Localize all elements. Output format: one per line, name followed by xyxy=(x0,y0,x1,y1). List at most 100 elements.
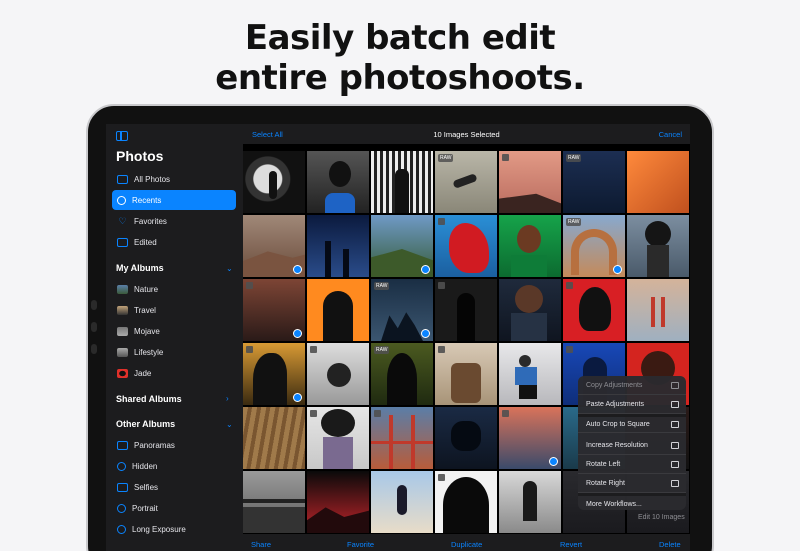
photo-tile[interactable] xyxy=(243,279,305,341)
photo-tile[interactable] xyxy=(307,279,369,341)
photo-tile[interactable] xyxy=(243,215,305,277)
photo-tile[interactable] xyxy=(627,151,689,213)
ipad-button xyxy=(91,300,97,310)
menu-item-label: Rotate Right xyxy=(586,479,625,487)
raw-badge: RAW xyxy=(374,346,390,354)
photo-tile[interactable] xyxy=(307,407,369,469)
photo-tile[interactable] xyxy=(307,215,369,277)
photo-tile[interactable]: RAW xyxy=(435,151,497,213)
crop-icon xyxy=(671,421,679,428)
photo-tile[interactable] xyxy=(243,471,305,533)
photo-tile[interactable] xyxy=(243,343,305,405)
chevron-right-icon[interactable]: › xyxy=(226,394,229,403)
sidebar-item-recents[interactable]: Recents xyxy=(112,190,236,210)
chevron-down-icon[interactable]: ⌄ xyxy=(226,420,233,429)
edited-badge-icon xyxy=(566,346,573,353)
sidebar-item-label: Portrait xyxy=(132,503,158,513)
edited-badge-icon xyxy=(438,346,445,353)
sidebar-item-label: All Photos xyxy=(134,174,171,184)
menu-item-increase-resolution[interactable]: Increase Resolution xyxy=(578,436,686,455)
photo-tile[interactable] xyxy=(499,471,561,533)
sidebar-item-album[interactable]: Mojave xyxy=(112,321,236,341)
menu-item-more-workflows[interactable]: More Workflows... xyxy=(578,493,686,510)
edited-badge-icon xyxy=(246,346,253,353)
photo-tile[interactable] xyxy=(435,343,497,405)
photo-tile[interactable]: RAW xyxy=(563,215,625,277)
top-toolbar: Select All 10 Images Selected Cancel xyxy=(243,124,690,144)
photo-tile[interactable] xyxy=(499,151,561,213)
photo-tile[interactable] xyxy=(627,279,689,341)
photo-tile[interactable] xyxy=(307,151,369,213)
sidebar-item-panoramas[interactable]: Panoramas xyxy=(112,435,236,455)
share-button[interactable]: Share xyxy=(251,540,271,549)
photo-tile[interactable] xyxy=(627,215,689,277)
photo-tile[interactable] xyxy=(371,215,433,277)
heart-icon: ♡ xyxy=(118,215,127,226)
photo-tile[interactable] xyxy=(499,215,561,277)
photo-tile[interactable] xyxy=(243,407,305,469)
revert-button[interactable]: Revert xyxy=(560,540,582,549)
sidebar-item-hidden[interactable]: Hidden xyxy=(112,456,236,476)
menu-item-label: More Workflows... xyxy=(586,500,642,508)
rotate-left-icon xyxy=(671,460,679,468)
headline-line-1: Easily batch edit xyxy=(244,18,556,58)
menu-item-rotate-right[interactable]: Rotate Right xyxy=(578,474,686,493)
selected-check-icon xyxy=(549,457,558,466)
other-albums-header[interactable]: Other Albums xyxy=(116,419,175,429)
selected-check-icon xyxy=(293,393,302,402)
photo-tile[interactable] xyxy=(435,471,497,533)
photo-tile[interactable]: RAW xyxy=(563,151,625,213)
photo-tile[interactable] xyxy=(371,151,433,213)
menu-item-rotate-left[interactable]: Rotate Left xyxy=(578,455,686,474)
favorite-button[interactable]: Favorite xyxy=(347,540,374,549)
photo-tile[interactable] xyxy=(499,407,561,469)
sidebar-item-all-photos[interactable]: All Photos xyxy=(112,169,236,189)
sidebar-item-album[interactable]: Jade xyxy=(112,363,236,383)
sidebar-item-portrait[interactable]: Portrait xyxy=(112,498,236,518)
delete-button[interactable]: Delete xyxy=(659,540,681,549)
cancel-button[interactable]: Cancel xyxy=(659,130,682,139)
photo-tile[interactable] xyxy=(435,407,497,469)
sidebar-item-album[interactable]: Nature xyxy=(112,279,236,299)
batch-edit-menu: Copy Adjustments Paste Adjustments Auto … xyxy=(578,376,686,510)
photo-tile[interactable]: RAW xyxy=(371,343,433,405)
menu-item-auto-crop[interactable]: Auto Crop to Square xyxy=(578,414,686,433)
menu-item-copy-adjustments[interactable]: Copy Adjustments xyxy=(578,376,686,395)
edited-badge-icon xyxy=(310,346,317,353)
menu-item-paste-adjustments[interactable]: Paste Adjustments xyxy=(578,395,686,414)
menu-item-label: Rotate Left xyxy=(586,460,621,468)
photo-tile[interactable] xyxy=(371,407,433,469)
photo-tile[interactable] xyxy=(307,471,369,533)
photo-tile[interactable] xyxy=(563,279,625,341)
sidebar-item-favorites[interactable]: ♡ Favorites xyxy=(112,211,236,231)
sidebar-item-long-exposure[interactable]: Long Exposure xyxy=(112,519,236,539)
duplicate-button[interactable]: Duplicate xyxy=(451,540,482,549)
sidebar-item-label: Mojave xyxy=(134,326,160,336)
sidebar-title: Photos xyxy=(116,148,164,164)
sidebar-item-label: Hidden xyxy=(132,461,158,471)
sidebar-item-album[interactable]: Travel xyxy=(112,300,236,320)
shared-albums-header[interactable]: Shared Albums xyxy=(116,394,182,404)
photo-tile[interactable] xyxy=(307,343,369,405)
photo-tile[interactable]: RAW xyxy=(371,279,433,341)
photo-tile[interactable] xyxy=(499,343,561,405)
sidebar-item-selfies[interactable]: Selfies xyxy=(112,477,236,497)
photo-tile[interactable] xyxy=(243,151,305,213)
ipad-button xyxy=(91,322,97,332)
photo-tile[interactable] xyxy=(499,279,561,341)
chevron-down-icon[interactable]: ⌄ xyxy=(226,264,233,273)
photo-tile[interactable] xyxy=(435,215,497,277)
selected-check-icon xyxy=(421,329,430,338)
photo-tile[interactable] xyxy=(371,471,433,533)
edit-images-button[interactable]: Edit 10 Images xyxy=(638,514,685,521)
sidebar-toggle-icon[interactable] xyxy=(116,131,128,141)
sidebar-item-edited[interactable]: Edited xyxy=(112,232,236,252)
raw-badge: RAW xyxy=(438,154,454,162)
selected-check-icon xyxy=(293,265,302,274)
photo-tile[interactable] xyxy=(435,279,497,341)
sidebar-item-album[interactable]: Lifestyle xyxy=(112,342,236,362)
copy-icon xyxy=(671,381,679,389)
sidebar: Photos All Photos Recents ♡ Favorites Ed… xyxy=(106,124,243,551)
resolution-icon xyxy=(671,441,679,449)
my-albums-header[interactable]: My Albums xyxy=(116,263,164,273)
